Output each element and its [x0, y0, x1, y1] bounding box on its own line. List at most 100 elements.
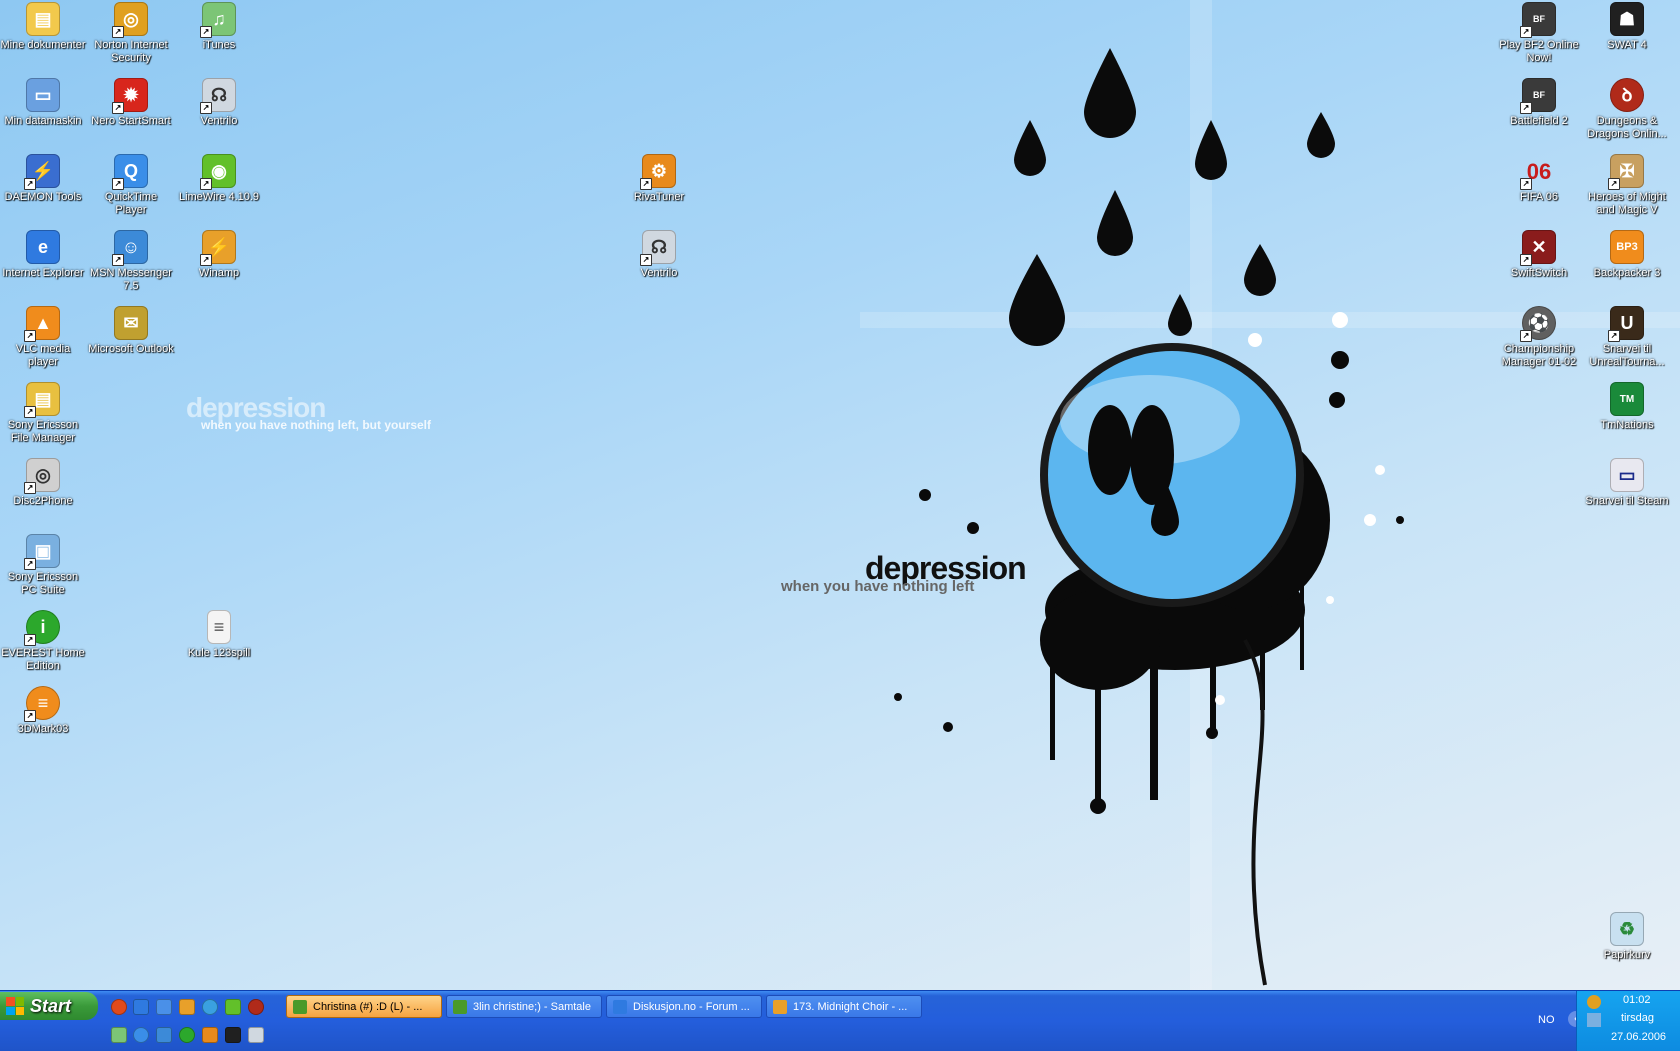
- desktop-icon-label: DAEMON Tools: [4, 191, 82, 203]
- start-button[interactable]: Start: [0, 992, 98, 1020]
- clock-time[interactable]: 01:02: [1623, 994, 1651, 1006]
- quicktime-icon: Q ↗: [112, 154, 148, 190]
- desktop-icon-play-bf2[interactable]: BF ↗ Play BF2 Online Now!: [1496, 2, 1582, 65]
- desktop-icon-vlc[interactable]: ▲ ↗ VLC media player: [0, 306, 86, 369]
- taskbar-button-christina-chat[interactable]: Christina (#) :D (L) - ...: [286, 995, 442, 1018]
- quicktime-icon[interactable]: [133, 1027, 149, 1043]
- desktop-icon-recycle-bin[interactable]: ♻ Papirkurv: [1584, 912, 1670, 962]
- desktop-icon-disc2phone[interactable]: ◎ ↗ Disc2Phone: [0, 458, 86, 508]
- rivatuner-icon: ⚙ ↗: [640, 154, 676, 190]
- desktop-icon-msn[interactable]: ☺ ↗ MSN Messenger 7.5: [88, 230, 174, 293]
- wallpaper-subtitle-small: when you have nothing left, but yourself: [201, 418, 432, 432]
- desktop-icon-winamp[interactable]: ⚡ ↗ Winamp: [176, 230, 262, 280]
- desktop-icon-label: QuickTime Player: [104, 191, 158, 216]
- daemon-icon: ⚡ ↗: [24, 154, 60, 190]
- norton-tray-icon[interactable]: [1587, 995, 1601, 1009]
- swat-icon[interactable]: [225, 1027, 241, 1043]
- desktop-icon-ventrilo-2[interactable]: ☊ ↗ Ventrilo: [616, 230, 702, 280]
- ie-icon[interactable]: [156, 999, 172, 1015]
- desktop-icon-mine-dokumenter[interactable]: ▤ Mine dokumenter: [0, 2, 86, 52]
- desktop-icon-battlefield2[interactable]: BF ↗ Battlefield 2: [1496, 78, 1582, 128]
- msn-chat-icon: [453, 1000, 467, 1014]
- desktop-icon-steam[interactable]: ▭ Snarvei til Steam: [1584, 458, 1670, 508]
- ie-icon: [613, 1000, 627, 1014]
- desktop-icon-se-file-manager[interactable]: ▤ ↗ Sony Ericsson File Manager: [0, 382, 86, 445]
- desktop-icon-nero[interactable]: ✹ ↗ Nero StartSmart: [88, 78, 174, 128]
- taskbar: Start Christina (#) :D (L) - ... 3lin ch…: [0, 990, 1680, 1051]
- everest-icon[interactable]: [179, 1027, 195, 1043]
- task-label: Christina (#) :D (L) - ...: [313, 1001, 423, 1013]
- desktop-icon-backpacker3[interactable]: BP3 Backpacker 3: [1584, 230, 1670, 280]
- desktop-icon-rivatuner[interactable]: ⚙ ↗ RivaTuner: [616, 154, 702, 204]
- swiftswitch-icon: ✕ ↗: [1520, 230, 1556, 266]
- task-label: 173. Midnight Choir - ...: [793, 1001, 908, 1013]
- outlook-icon: ✉: [114, 306, 148, 340]
- system-tray: 01:02 tirsdag 27.06.2006: [1576, 991, 1680, 1051]
- desktop-icon-se-pc-suite[interactable]: ▣ ↗ Sony Ericsson PC Suite: [0, 534, 86, 597]
- desktop-icon-unreal-tournament[interactable]: U ↗ Snarvei til UnrealTourna...: [1584, 306, 1670, 369]
- desktop-icon-fifa06[interactable]: 06 ↗ FIFA 06: [1496, 154, 1582, 204]
- desktop-icon-daemon-tools[interactable]: ⚡ ↗ DAEMON Tools: [0, 154, 86, 204]
- desktop-icon-label: Snarvei til Steam: [1585, 495, 1669, 507]
- desktop-icon-label: Backpacker 3: [1593, 267, 1661, 279]
- desktop-icon-ddo[interactable]: ꝺ Dungeons & Dragons Onlin...: [1584, 78, 1670, 141]
- desktop-icon-label: Kule 123spill: [187, 647, 251, 659]
- clock-date: 27.06.2006: [1611, 1031, 1667, 1043]
- taskbar-button-diskusjon[interactable]: Diskusjon.no - Forum ...: [606, 995, 762, 1018]
- desktop-icon-label: Snarvei til UnrealTourna...: [1589, 343, 1665, 368]
- desktop-icon-label: Norton Internet Security: [94, 39, 168, 64]
- limewire-icon: ◉ ↗: [200, 154, 236, 190]
- ventrilo-icon[interactable]: [248, 1027, 264, 1043]
- msn-icon[interactable]: [156, 1027, 172, 1043]
- desktop-icon-kule-123spill[interactable]: ≡ Kule 123spill: [176, 610, 262, 660]
- battlefield-icon: BF ↗: [1520, 2, 1556, 38]
- desktop-icon-tmnations[interactable]: TM TmNations: [1584, 382, 1670, 432]
- desktop-icon-swiftswitch[interactable]: ✕ ↗ SwiftSwitch: [1496, 230, 1582, 280]
- desktop-icon-itunes[interactable]: ♫ ↗ iTunes: [176, 2, 262, 52]
- desktop-icon-ventrilo[interactable]: ☊ ↗ Ventrilo: [176, 78, 262, 128]
- everest-icon: i ↗: [24, 610, 60, 646]
- desktop-icon-label: Sony Ericsson PC Suite: [7, 571, 79, 596]
- desktop-icon-heroes[interactable]: ✠ ↗ Heroes of Might and Magic V: [1584, 154, 1670, 217]
- msn-chat-icon: [293, 1000, 307, 1014]
- desktop-icon-everest[interactable]: i ↗ EVEREST Home Edition: [0, 610, 86, 673]
- desktop-icon-norton[interactable]: ◎ ↗ Norton Internet Security: [88, 2, 174, 65]
- wallpaper-art: [860, 0, 1680, 990]
- text-file-icon: ≡: [207, 610, 231, 644]
- rivatuner-icon[interactable]: [202, 1027, 218, 1043]
- network-tray-icon[interactable]: [1587, 1013, 1601, 1027]
- fifa-icon: 06 ↗: [1520, 154, 1556, 190]
- desktop-icon-outlook[interactable]: ✉ Microsoft Outlook: [88, 306, 174, 356]
- desktop-icon-swat4[interactable]: ☗ SWAT 4: [1584, 2, 1670, 52]
- ie-icon[interactable]: [133, 999, 149, 1015]
- desktop-icon-label: Mine dokumenter: [0, 39, 86, 51]
- itunes-icon: ♫ ↗: [200, 2, 236, 38]
- desktop-icon-internet-explorer[interactable]: e Internet Explorer: [0, 230, 86, 280]
- task-label: 3lin christine;) - Samtale: [473, 1001, 591, 1013]
- desktop-icon-quicktime[interactable]: Q ↗ QuickTime Player: [88, 154, 174, 217]
- desktop-icon-min-datamaskin[interactable]: ▭ Min datamaskin: [0, 78, 86, 128]
- msn-icon: ☺ ↗: [112, 230, 148, 266]
- battlefield-icon: BF ↗: [1520, 78, 1556, 114]
- media-player-icon[interactable]: [202, 999, 218, 1015]
- desktop-icon-limewire[interactable]: ◉ ↗ LimeWire 4.10.9: [176, 154, 262, 204]
- winamp-icon[interactable]: [179, 999, 195, 1015]
- limewire-icon[interactable]: [225, 999, 241, 1015]
- desktop-icon-label: Papirkurv: [1603, 949, 1651, 961]
- desktop-icon-championship-manager[interactable]: ⚽ ↗ Championship Manager 01-02: [1496, 306, 1582, 369]
- desktop-icon-label: VLC media player: [15, 343, 71, 368]
- desktop-icon-3dmark03[interactable]: ≡ ↗ 3DMark03: [0, 686, 86, 736]
- desktop-icon-label: Ventrilo: [200, 115, 238, 127]
- winamp-icon: [773, 1000, 787, 1014]
- taskbar-button-samtale[interactable]: 3lin christine;) - Samtale: [446, 995, 602, 1018]
- desktop-icon-label: Play BF2 Online Now!: [1499, 39, 1579, 64]
- desktop-icon-label: TmNations: [1600, 419, 1654, 431]
- taskbar-button-winamp[interactable]: 173. Midnight Choir - ...: [766, 995, 922, 1018]
- ddo-icon[interactable]: [248, 999, 264, 1015]
- firefox-icon[interactable]: [111, 999, 127, 1015]
- desktop: depression when you have nothing left, b…: [0, 0, 1680, 990]
- clock-day: tirsdag: [1621, 1012, 1655, 1024]
- language-indicator[interactable]: NO: [1538, 1014, 1555, 1026]
- disc2phone-icon: ◎ ↗: [24, 458, 60, 494]
- itunes-icon[interactable]: [111, 1027, 127, 1043]
